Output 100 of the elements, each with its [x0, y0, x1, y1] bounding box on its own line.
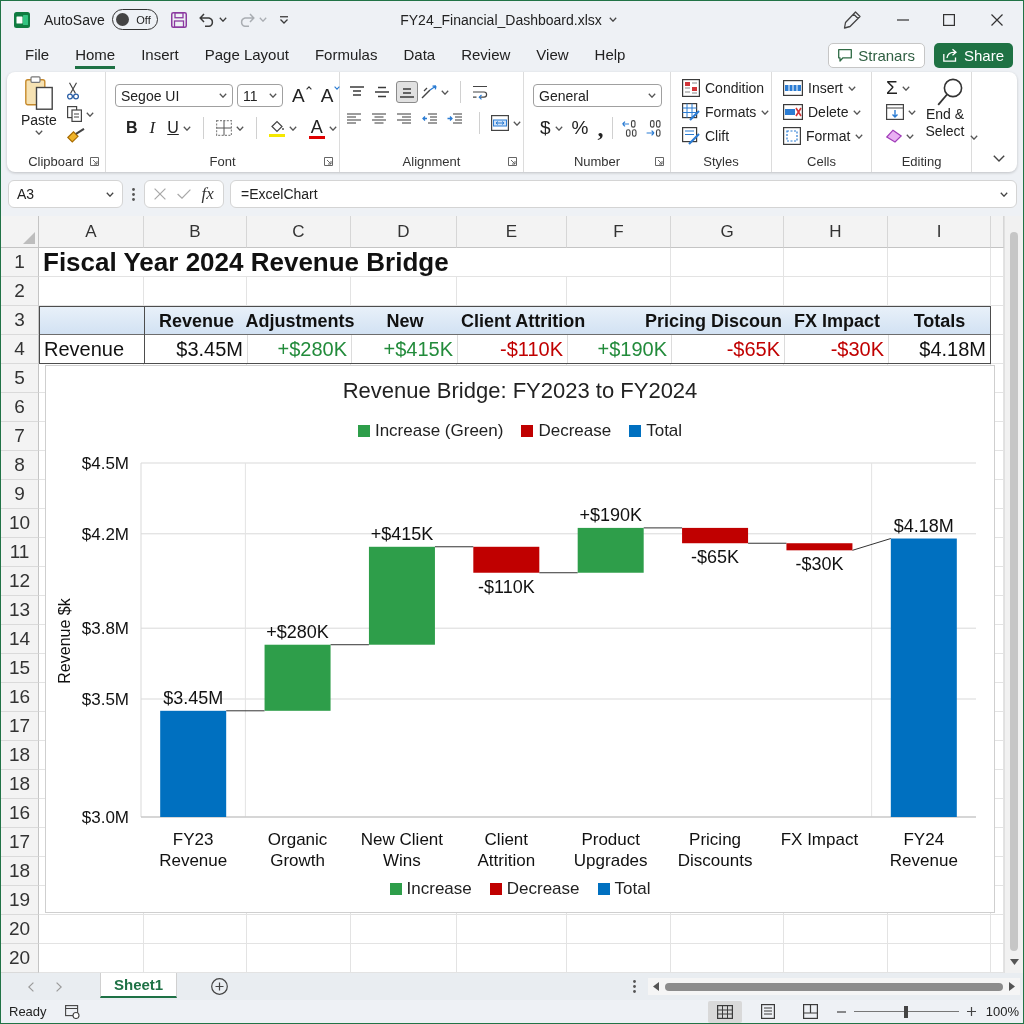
column-header[interactable]: E: [457, 216, 567, 248]
scrollbar-thumb[interactable]: [665, 982, 1003, 991]
copy-button[interactable]: [66, 106, 94, 122]
increase-indent-icon[interactable]: [447, 113, 462, 124]
row-header[interactable]: 20: [1, 944, 39, 973]
menu-tab[interactable]: Page Layout: [204, 41, 289, 69]
row-header[interactable]: 5: [1, 364, 39, 393]
column-header[interactable]: H: [784, 216, 888, 248]
zoom-in-icon[interactable]: [966, 1007, 976, 1016]
close-icon[interactable]: [991, 13, 1003, 26]
dialog-launcher-icon[interactable]: [655, 156, 664, 166]
font-size-dropdown[interactable]: 11: [237, 84, 283, 107]
row-header[interactable]: 17: [1, 712, 39, 741]
italic-button[interactable]: I: [149, 117, 156, 139]
menu-tab[interactable]: Review: [461, 41, 511, 69]
menu-tab[interactable]: Insert: [141, 41, 179, 69]
horizontal-scrollbar[interactable]: [648, 978, 1020, 995]
paste-button[interactable]: Paste: [21, 76, 57, 151]
align-left-icon[interactable]: [347, 113, 361, 124]
row-header[interactable]: 3: [1, 306, 39, 335]
column-header[interactable]: D: [351, 216, 457, 248]
wrap-text-icon[interactable]: [472, 84, 488, 100]
row-header[interactable]: 19: [1, 886, 39, 915]
row-header[interactable]: 11: [1, 538, 39, 567]
comments-button[interactable]: Stranars: [828, 42, 925, 68]
increase-decimal-icon[interactable]: [622, 119, 638, 137]
menu-tab[interactable]: Home: [75, 41, 116, 69]
column-header[interactable]: F: [567, 216, 671, 248]
zoom-out-icon[interactable]: [836, 1010, 846, 1013]
row-header[interactable]: 18: [1, 741, 39, 770]
row-header[interactable]: 18: [1, 857, 39, 886]
share-button[interactable]: Share: [933, 42, 1013, 68]
bold-button[interactable]: B: [126, 117, 138, 139]
cell-style-button[interactable]: Clift: [682, 124, 770, 148]
table-style-button[interactable]: Formats: [682, 100, 770, 124]
row-header[interactable]: 6: [1, 393, 39, 422]
number-format-dropdown[interactable]: General: [533, 84, 662, 107]
row-header[interactable]: 14: [1, 625, 39, 654]
align-right-icon[interactable]: [397, 113, 411, 124]
vertical-scrollbar[interactable]: [1004, 216, 1023, 973]
scroll-right-icon[interactable]: [1009, 982, 1015, 991]
row-header[interactable]: 16: [1, 683, 39, 712]
align-center-icon[interactable]: [372, 113, 386, 124]
scrollbar-thumb[interactable]: [1010, 232, 1018, 951]
row-header[interactable]: 2: [1, 277, 39, 306]
name-box[interactable]: A3: [8, 180, 123, 208]
collapse-ribbon-icon[interactable]: [993, 155, 1005, 162]
normal-view-button[interactable]: [707, 1000, 742, 1023]
column-header[interactable]: A: [39, 216, 144, 248]
format-cells-button[interactable]: Format: [783, 124, 864, 148]
document-title[interactable]: FY24_Financial_Dashboard.xlsx: [400, 11, 617, 28]
scroll-left-icon[interactable]: [653, 982, 659, 991]
add-sheet-icon[interactable]: [211, 978, 229, 995]
column-header[interactable]: G: [671, 216, 784, 248]
find-select-button[interactable]: End & Select: [922, 76, 978, 151]
row-header[interactable]: 10: [1, 509, 39, 538]
dialog-launcher-icon[interactable]: [508, 156, 517, 166]
column-header[interactable]: I: [888, 216, 991, 248]
scissors-icon[interactable]: [66, 82, 79, 100]
merge-button[interactable]: [491, 112, 521, 134]
minimize-icon[interactable]: [897, 18, 909, 21]
scroll-down-icon[interactable]: [1009, 959, 1019, 965]
row-header[interactable]: 1: [1, 248, 39, 277]
decrease-indent-icon[interactable]: [422, 113, 437, 124]
customize-icon[interactable]: [278, 15, 289, 24]
comma-button[interactable]: ,: [597, 117, 604, 139]
row-header[interactable]: 20: [1, 915, 39, 944]
maximize-icon[interactable]: [943, 13, 955, 26]
row-header[interactable]: 15: [1, 654, 39, 683]
currency-button[interactable]: $: [540, 117, 563, 139]
delete-cells-button[interactable]: Delete: [783, 100, 864, 124]
more-dots-icon[interactable]: [132, 187, 135, 201]
undo-button[interactable]: [198, 12, 227, 27]
menu-tab[interactable]: Formulas: [314, 41, 378, 69]
percent-button[interactable]: %: [571, 117, 589, 139]
font-color-button[interactable]: A: [308, 117, 337, 139]
autosum-button[interactable]: Σ: [886, 76, 916, 100]
insert-cells-button[interactable]: Insert: [783, 76, 864, 100]
menu-tab[interactable]: Help: [594, 41, 626, 69]
row-header[interactable]: 4: [1, 335, 39, 364]
grow-font-button[interactable]: A: [292, 85, 312, 106]
sheet-tab[interactable]: Sheet1: [100, 973, 178, 998]
row-header[interactable]: 18: [1, 770, 39, 799]
formula-input[interactable]: =ExcelChart: [230, 180, 1017, 208]
dialog-launcher-icon[interactable]: [324, 156, 333, 166]
sheet-status-icon[interactable]: [64, 1004, 80, 1019]
shrink-font-button[interactable]: A: [320, 85, 341, 106]
row-header[interactable]: 16: [1, 799, 39, 828]
dialog-launcher-icon[interactable]: [90, 156, 99, 166]
insert-function-button[interactable]: fx: [201, 184, 214, 204]
zoom-slider[interactable]: [853, 1004, 959, 1019]
row-header[interactable]: 9: [1, 480, 39, 509]
check-icon[interactable]: [176, 189, 191, 199]
column-header[interactable]: C: [247, 216, 351, 248]
paintbrush-icon[interactable]: [66, 128, 85, 144]
row-header[interactable]: 12: [1, 567, 39, 596]
row-header[interactable]: 8: [1, 451, 39, 480]
menu-tab[interactable]: View: [536, 41, 569, 69]
menu-tab[interactable]: Data: [403, 41, 436, 69]
more-options-icon[interactable]: [633, 980, 636, 993]
